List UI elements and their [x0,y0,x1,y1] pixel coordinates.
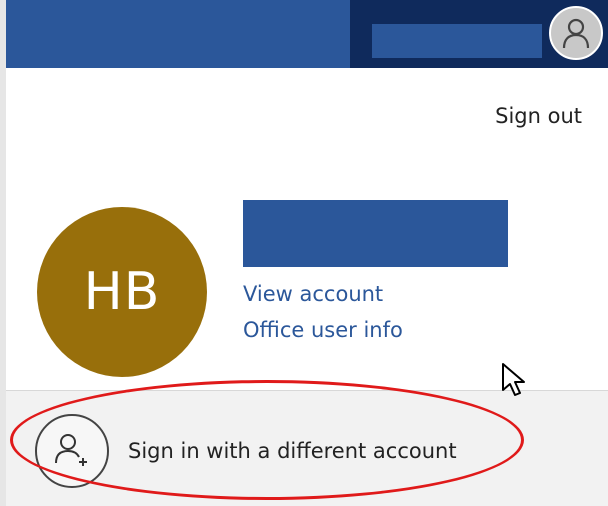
redacted-account-name [243,200,508,267]
avatar-initials: HB [83,262,161,322]
view-account-link[interactable]: View account [243,282,383,306]
redacted-user-name [372,24,542,58]
mouse-cursor-icon [501,362,529,402]
user-icon [562,18,590,49]
sign-in-different-account-button[interactable]: Sign in with a different account [128,439,457,463]
office-user-info-link[interactable]: Office user info [243,318,403,342]
sign-out-link[interactable]: Sign out [495,104,582,128]
title-bar [6,0,608,68]
avatar-button[interactable] [549,6,603,60]
account-avatar: HB [37,207,207,377]
account-menu: Sign out HB View account Office user inf… [6,0,608,506]
account-area [350,0,608,68]
add-user-icon[interactable] [35,414,109,488]
